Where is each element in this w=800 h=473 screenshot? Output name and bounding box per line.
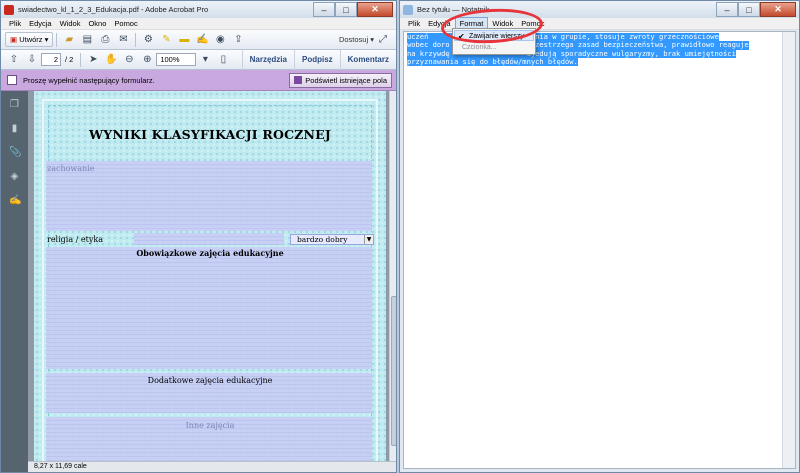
toolbar-separator bbox=[80, 52, 82, 67]
navigation-rail: ❐ ▮ 📎 ◈ ✍ bbox=[1, 91, 28, 472]
tools-pane-link[interactable]: Narzędzia bbox=[241, 49, 294, 70]
expand-icon[interactable]: ⤢ bbox=[376, 33, 390, 47]
acrobat-menubar: Plik Edycja Widok Okno Pomoc bbox=[1, 18, 396, 30]
religion-grade-value: bardzo dobry bbox=[297, 235, 348, 244]
acrobat-window: swiadectwo_kl_1_2_3_Edukacja.pdf - Adobe… bbox=[0, 0, 397, 473]
behavior-label: zachowanie bbox=[47, 164, 95, 173]
document-title: WYNIKI KLASYFIKACJI ROCZNEJ bbox=[88, 127, 332, 142]
religion-grade-select[interactable]: bardzo dobry ▼ bbox=[290, 234, 374, 245]
form-notification-bar: Proszę wypełnić następujący formularz. P… bbox=[1, 70, 396, 91]
highlight-icon[interactable]: ▬ bbox=[177, 33, 191, 47]
highlight-fields-button[interactable]: Podświetl istniejące pola bbox=[289, 72, 392, 88]
font-menu-item[interactable]: Czcionka... bbox=[454, 42, 534, 53]
menu-plik[interactable]: Plik bbox=[5, 18, 25, 30]
open-folder-icon[interactable]: ▰ bbox=[62, 33, 76, 47]
bookmarks-panel-icon[interactable]: ▮ bbox=[9, 123, 20, 134]
menu-widok[interactable]: Widok bbox=[56, 18, 85, 30]
close-button[interactable]: ✕ bbox=[357, 2, 393, 17]
next-page-icon[interactable]: ⇩ bbox=[25, 53, 39, 67]
email-icon[interactable]: ✉ bbox=[116, 33, 130, 47]
font-label: Czcionka... bbox=[462, 44, 497, 51]
acrobat-main-toolbar: ▣ Utwórz ▾ ▰ ▤ ⎙ ✉ ⚙ ✎ ▬ ✍ ◉ ⇪ Dostosuj … bbox=[1, 30, 396, 50]
menu-edycja[interactable]: Edycja bbox=[25, 18, 56, 30]
scrollbar-thumb[interactable] bbox=[391, 296, 396, 446]
hand-tool-icon[interactable]: ✋ bbox=[104, 53, 118, 67]
status-bar: 8,27 x 11,69 cale bbox=[28, 461, 396, 472]
customize-menu[interactable]: Dostosuj ▾ bbox=[339, 35, 374, 44]
layers-panel-icon[interactable]: ◈ bbox=[9, 171, 20, 182]
create-label: Utwórz bbox=[19, 35, 43, 44]
comment-pane-link[interactable]: Komentarz bbox=[339, 49, 396, 70]
certificate-page: WYNIKI KLASYFIKACJI ROCZNEJ zachowanie r… bbox=[34, 91, 386, 461]
customize-label: Dostosuj bbox=[338, 35, 369, 44]
acrobat-nav-toolbar: ⇧ ⇩ 2 / 2 ➤ ✋ ⊖ ⊕ 100% ▾ ▯ Narzędzia Pod… bbox=[1, 49, 396, 70]
create-icon: ▣ bbox=[10, 35, 18, 44]
zoom-out-icon[interactable]: ⊖ bbox=[122, 53, 136, 67]
highlight-fields-icon bbox=[294, 76, 303, 84]
dropdown-arrow-icon: ▼ bbox=[364, 235, 373, 244]
share-icon[interactable]: ⇪ bbox=[231, 33, 245, 47]
create-button[interactable]: ▣ Utwórz ▾ bbox=[5, 32, 54, 47]
page-size-text: 8,27 x 11,69 cale bbox=[34, 463, 87, 470]
text-line: przyznawania się do błędów/mnych błędów. bbox=[407, 56, 578, 67]
religion-name-field[interactable] bbox=[134, 233, 284, 245]
settings-gear-icon[interactable]: ⚙ bbox=[141, 33, 155, 47]
minimize-button[interactable]: – bbox=[716, 2, 738, 17]
document-view[interactable]: WYNIKI KLASYFIKACJI ROCZNEJ zachowanie r… bbox=[28, 91, 389, 461]
save-icon[interactable]: ▤ bbox=[80, 33, 94, 47]
notepad-scrollbar[interactable] bbox=[782, 32, 795, 468]
print-icon[interactable]: ⎙ bbox=[98, 33, 112, 47]
toolbar-separator bbox=[135, 32, 137, 47]
other-activities-label: Inne zajęcia bbox=[185, 421, 235, 430]
toolbar-separator bbox=[56, 32, 58, 47]
select-tool-icon[interactable]: ➤ bbox=[86, 53, 100, 67]
minimize-button[interactable]: – bbox=[313, 2, 335, 17]
menu-plik[interactable]: Plik bbox=[404, 18, 424, 30]
fit-page-icon[interactable]: ▯ bbox=[216, 53, 230, 67]
religion-label: religia / etyka bbox=[47, 235, 103, 244]
menu-pomoc[interactable]: Pomoc bbox=[110, 18, 141, 30]
stamp-icon[interactable]: ◉ bbox=[213, 33, 227, 47]
signatures-panel-icon[interactable]: ✍ bbox=[9, 195, 21, 206]
zoom-input[interactable]: 100% bbox=[156, 53, 197, 66]
menu-okno[interactable]: Okno bbox=[84, 18, 110, 30]
notepad-window: Bez tytułu — Notatnik – □ ✕ Plik Edycja … bbox=[399, 0, 800, 473]
page-number-input[interactable]: 2 bbox=[41, 53, 61, 66]
acrobat-titlebar[interactable]: swiadectwo_kl_1_2_3_Edukacja.pdf - Adobe… bbox=[1, 1, 396, 18]
notepad-app-icon bbox=[403, 4, 413, 15]
acrobat-window-title: swiadectwo_kl_1_2_3_Edukacja.pdf - Adobe… bbox=[18, 5, 209, 14]
pages-panel-icon[interactable]: ❐ bbox=[9, 99, 20, 110]
comment-icon[interactable]: ✎ bbox=[159, 33, 173, 47]
mandatory-subjects-field[interactable] bbox=[46, 247, 372, 369]
form-message: Proszę wypełnić następujący formularz. bbox=[23, 75, 155, 85]
attachments-panel-icon[interactable]: 📎 bbox=[9, 147, 21, 158]
form-icon bbox=[7, 75, 17, 85]
sign-icon[interactable]: ✍ bbox=[195, 33, 209, 47]
page-total: / 2 bbox=[65, 55, 74, 64]
notepad-text-area[interactable]: uczeń funkcjonowania w grupie, stosuje z… bbox=[403, 31, 796, 469]
zoom-dropdown-icon[interactable]: ▾ bbox=[198, 53, 212, 67]
close-button[interactable]: ✕ bbox=[760, 2, 796, 17]
maximize-button[interactable]: □ bbox=[335, 2, 357, 17]
zoom-in-icon[interactable]: ⊕ bbox=[140, 53, 154, 67]
maximize-button[interactable]: □ bbox=[738, 2, 760, 17]
additional-subjects-label: Dodatkowe zajęcia edukacyjne bbox=[147, 376, 273, 385]
sign-pane-link[interactable]: Podpisz bbox=[293, 49, 340, 70]
document-scrollbar[interactable] bbox=[389, 91, 396, 461]
previous-page-icon[interactable]: ⇧ bbox=[7, 53, 21, 67]
mandatory-subjects-label: Obowiązkowe zajęcia edukacyjne bbox=[136, 248, 284, 258]
acrobat-app-icon bbox=[4, 4, 14, 15]
highlight-fields-label: Podświetl istniejące pola bbox=[305, 75, 387, 85]
